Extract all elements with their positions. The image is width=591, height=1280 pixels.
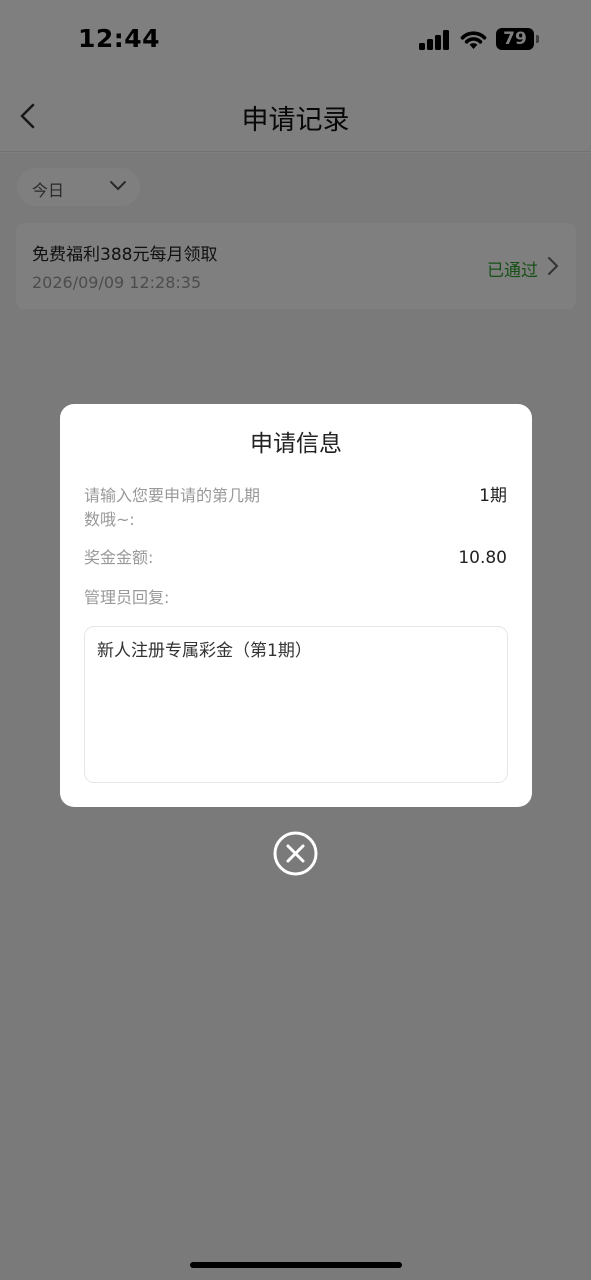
close-circle-icon[interactable]: [273, 831, 318, 876]
period-label-line1: 请输入您要申请的第几期: [84, 486, 261, 505]
period-label-line2: 数哦~:: [84, 510, 135, 529]
bonus-amount-label: 奖金金额:: [84, 548, 154, 567]
admin-reply-textarea: 新人注册专属彩金（第1期）: [84, 626, 508, 783]
period-value: 1期: [479, 486, 507, 506]
bonus-amount-value: 10.80: [458, 548, 507, 568]
period-field-label: 请输入您要申请的第几期 数哦~:: [84, 484, 260, 532]
admin-reply-label: 管理员回复:: [84, 588, 170, 607]
application-info-dialog: 申请信息 请输入您要申请的第几期 数哦~: 1期 奖金金额: 10.80 管理员…: [60, 404, 532, 807]
dialog-title: 申请信息: [250, 431, 342, 457]
